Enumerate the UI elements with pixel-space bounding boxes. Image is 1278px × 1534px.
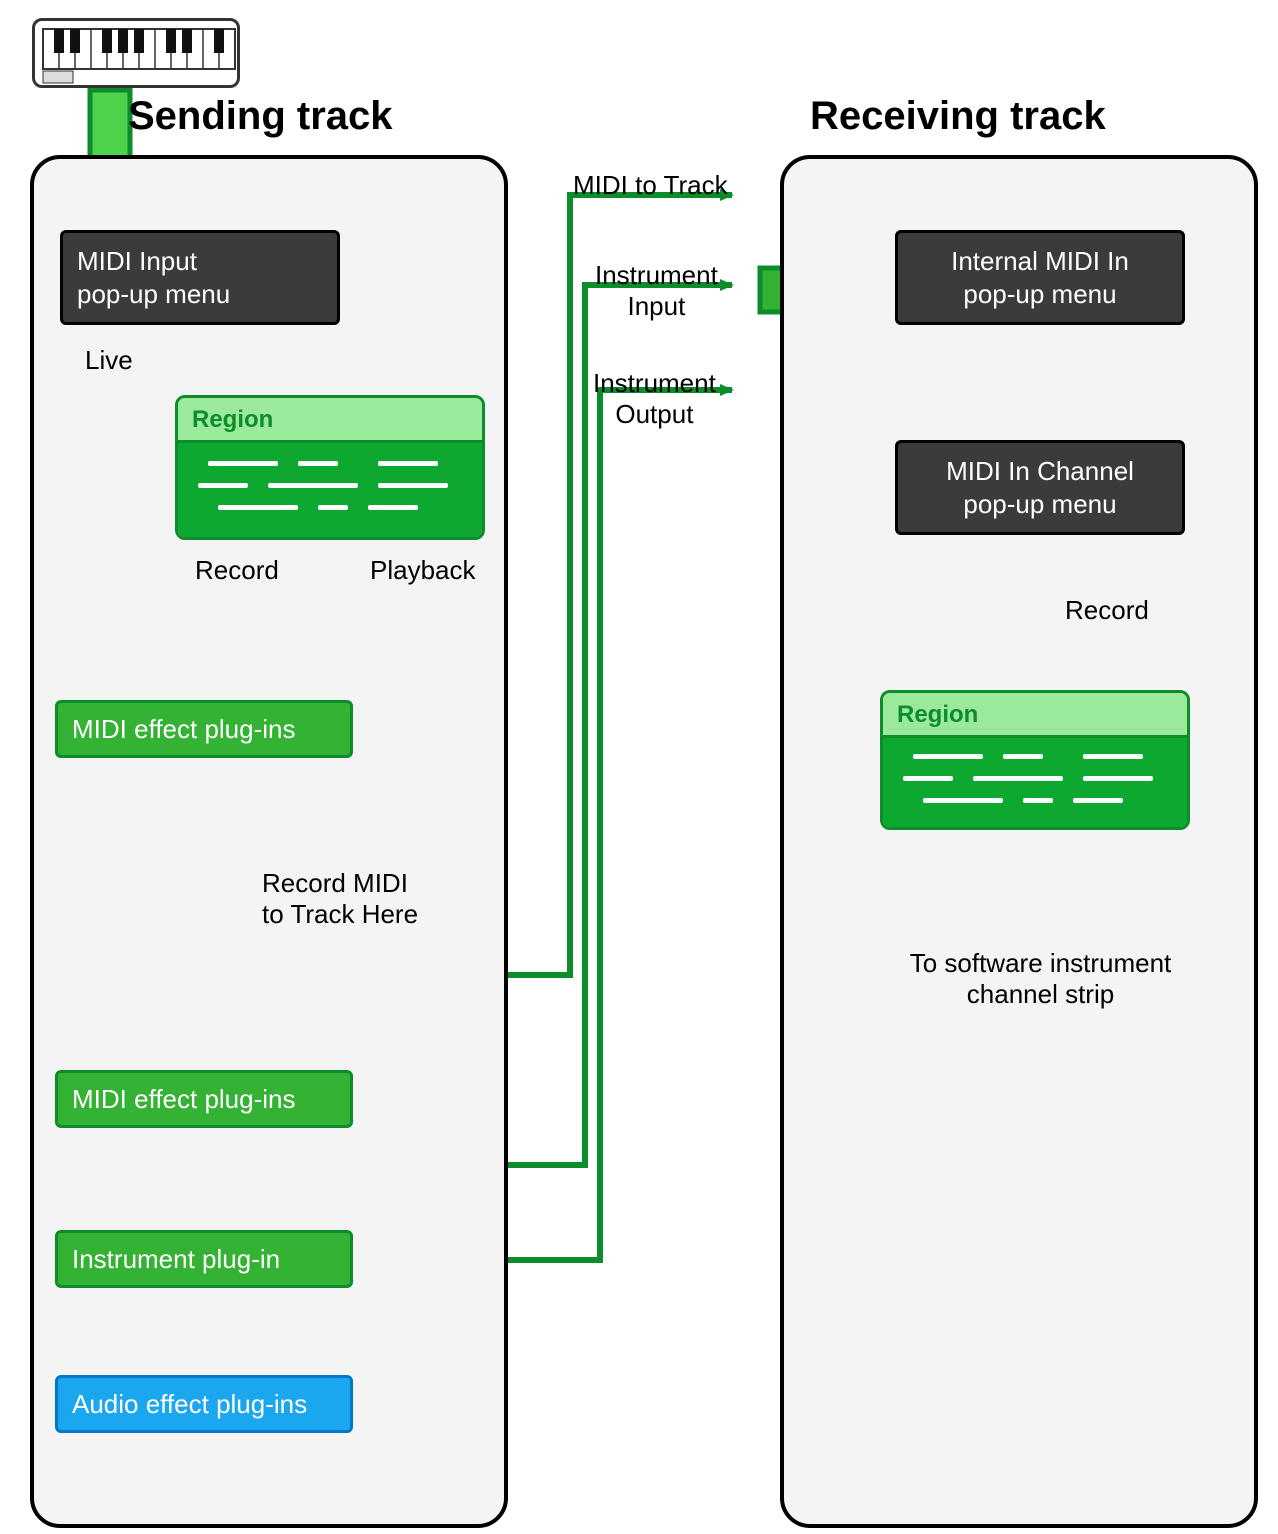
box-midi-fx-2: MIDI effect plug-ins bbox=[55, 1070, 353, 1128]
label-record: Record bbox=[195, 555, 279, 586]
region-sending: Region bbox=[175, 395, 485, 540]
text-instrument-plugin: Instrument plug-in bbox=[72, 1243, 280, 1276]
label-to-channel-strip: To software instrument channel strip bbox=[888, 948, 1193, 1010]
box-midi-in-channel: MIDI In Channel pop-up menu bbox=[895, 440, 1185, 535]
region-head-receiving: Region bbox=[883, 693, 1187, 738]
region-receiving: Region bbox=[880, 690, 1190, 830]
region-body-receiving bbox=[883, 738, 1187, 828]
text-internal-midi-in: Internal MIDI In pop-up menu bbox=[951, 245, 1129, 310]
label-receiving-record: Record bbox=[1065, 595, 1149, 626]
label-instrument-output: Instrument Output bbox=[593, 368, 716, 430]
title-sending: Sending track bbox=[128, 94, 393, 139]
label-instrument-input: Instrument Input bbox=[595, 260, 718, 322]
box-midi-input-menu: MIDI Input pop-up menu bbox=[60, 230, 340, 325]
panel-receiving bbox=[780, 155, 1258, 1528]
label-record-here: Record MIDI to Track Here bbox=[262, 868, 418, 930]
label-midi-to-track: MIDI to Track bbox=[573, 170, 728, 201]
region-head-sending: Region bbox=[178, 398, 482, 443]
box-audio-fx: Audio effect plug-ins bbox=[55, 1375, 353, 1433]
text-audio-fx: Audio effect plug-ins bbox=[72, 1388, 307, 1421]
box-instrument-plugin: Instrument plug-in bbox=[55, 1230, 353, 1288]
box-internal-midi-in: Internal MIDI In pop-up menu bbox=[895, 230, 1185, 325]
text-midi-fx-2: MIDI effect plug-ins bbox=[72, 1083, 296, 1116]
text-midi-input-menu: MIDI Input pop-up menu bbox=[77, 245, 230, 310]
box-midi-fx-1: MIDI effect plug-ins bbox=[55, 700, 353, 758]
label-live: Live bbox=[85, 345, 133, 376]
keyboard-icon bbox=[32, 18, 240, 88]
text-midi-in-channel: MIDI In Channel pop-up menu bbox=[946, 455, 1134, 520]
text-midi-fx-1: MIDI effect plug-ins bbox=[72, 713, 296, 746]
region-body-sending bbox=[178, 443, 482, 538]
label-playback: Playback bbox=[370, 555, 476, 586]
title-receiving: Receiving track bbox=[810, 94, 1106, 139]
